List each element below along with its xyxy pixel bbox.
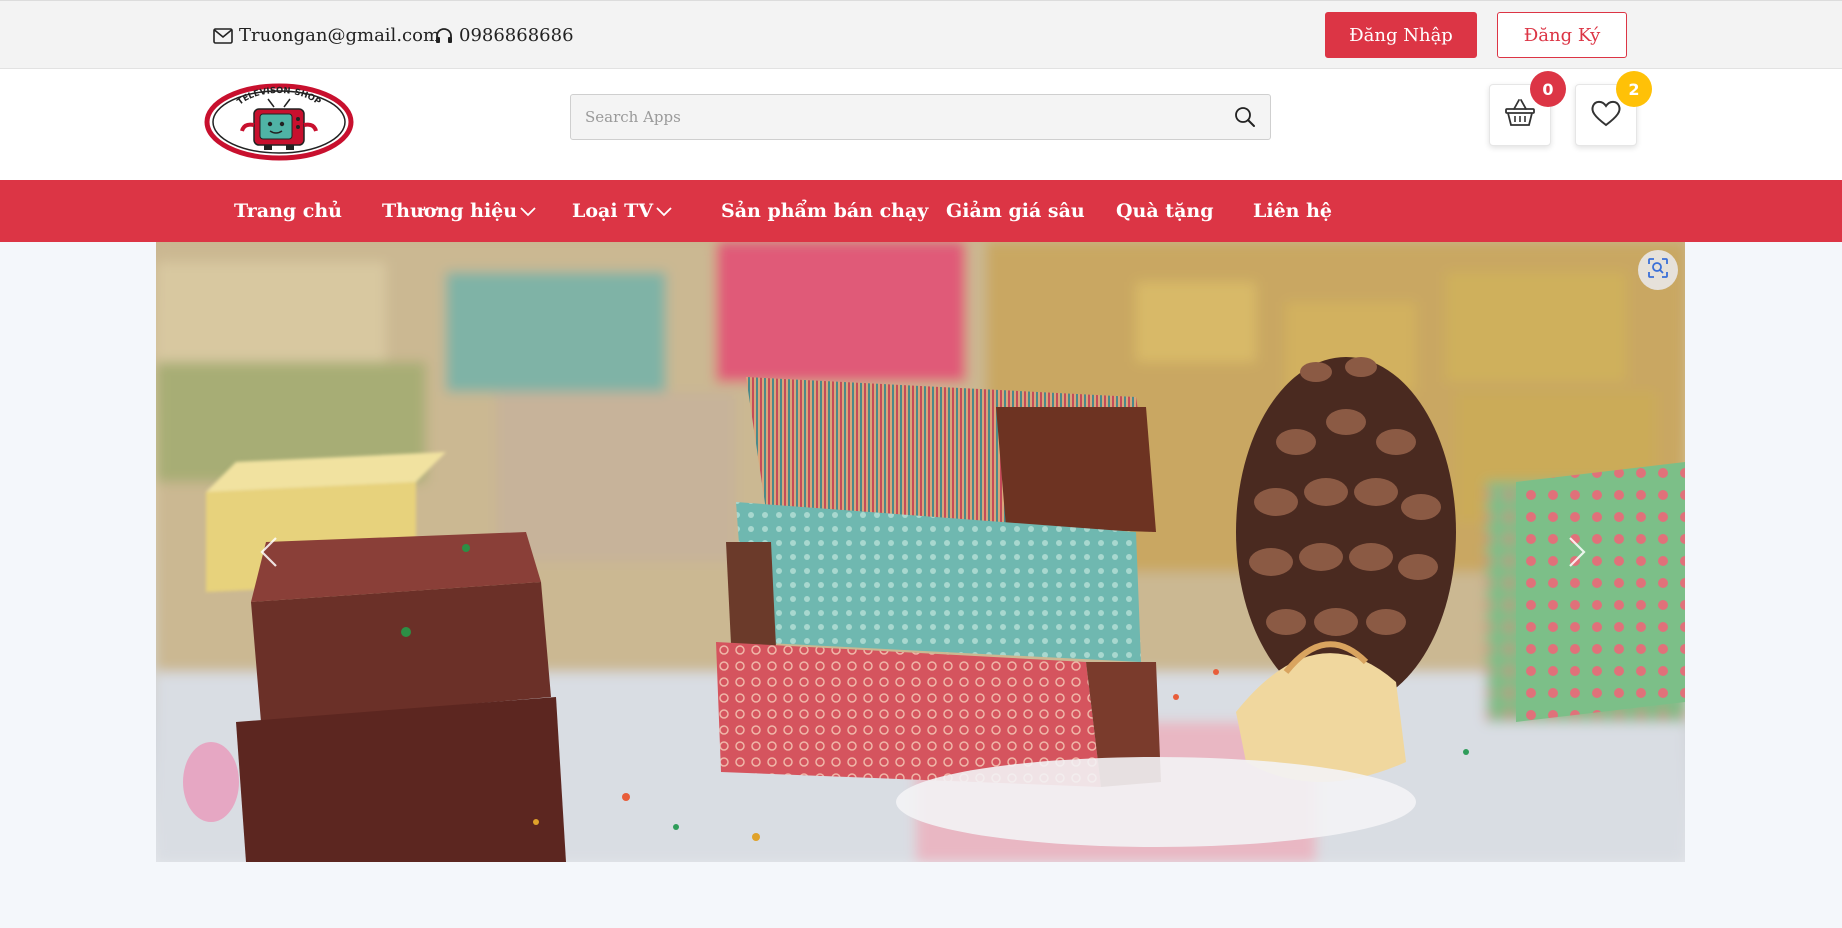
nav-item-best-sellers[interactable]: Sản phẩm bán chạy — [721, 180, 928, 242]
nav-item-label: Sản phẩm bán chạy — [721, 200, 929, 222]
wishlist-button[interactable]: 2 — [1575, 71, 1652, 146]
top-bar: Truongan@gmail.com 0986868686 Đăng Nhập … — [0, 0, 1842, 69]
chevron-right-icon — [1556, 537, 1596, 576]
nav-item-brands[interactable]: Thương hiệu — [382, 180, 537, 242]
envelope-icon — [213, 27, 233, 44]
nav-item-label: Trang chủ — [234, 200, 342, 222]
headphones-icon — [435, 27, 453, 44]
chevron-down-icon — [519, 205, 537, 217]
visual-search-icon — [1646, 256, 1670, 284]
nav-item-label: Giảm giá sâu — [946, 200, 1085, 222]
heart-icon — [1590, 98, 1622, 132]
carousel-next-button[interactable] — [1556, 532, 1596, 572]
nav-item-label: Loại TV — [572, 200, 654, 222]
email-text: Truongan@gmail.com — [239, 25, 441, 46]
carousel-prev-button[interactable] — [250, 532, 290, 572]
nav-item-label: Thương hiệu — [382, 200, 518, 222]
search-input[interactable] — [571, 95, 1211, 139]
hero-image — [156, 242, 1685, 862]
nav-item-home[interactable]: Trang chủ — [234, 180, 342, 242]
cart-button[interactable]: 0 — [1489, 71, 1566, 146]
login-button[interactable]: Đăng Nhập — [1325, 12, 1477, 58]
nav-item-gifts[interactable]: Quà tặng — [1116, 180, 1213, 242]
nav-item-label: Quà tặng — [1116, 200, 1214, 222]
wishlist-count-badge: 2 — [1616, 71, 1652, 107]
cart-count-badge: 0 — [1530, 71, 1566, 107]
chevron-down-icon — [655, 205, 673, 217]
basket-icon — [1504, 98, 1536, 132]
contact-email[interactable]: Truongan@gmail.com — [213, 25, 440, 46]
nav-item-label: Liên hệ — [1253, 200, 1332, 222]
search-box — [570, 94, 1271, 140]
nav-item-contact[interactable]: Liên hệ — [1253, 180, 1332, 242]
main-nav: Trang chủ Thương hiệu Loại TV Sản phẩm b… — [0, 180, 1842, 242]
header: TELEVISON-SHOP Search Apps 0 2 — [0, 69, 1842, 180]
search-icon[interactable] — [1234, 106, 1256, 128]
register-button[interactable]: Đăng Ký — [1497, 12, 1627, 58]
phone-text: 0986868686 — [459, 25, 574, 46]
chevron-left-icon — [250, 537, 290, 576]
visual-search-button[interactable] — [1638, 250, 1678, 290]
nav-item-tv-types[interactable]: Loại TV — [572, 180, 673, 242]
hero-carousel[interactable] — [156, 242, 1685, 862]
nav-item-deep-discount[interactable]: Giảm giá sâu — [946, 180, 1085, 242]
shop-logo[interactable]: TELEVISON-SHOP — [204, 83, 354, 161]
contact-phone[interactable]: 0986868686 — [435, 25, 574, 46]
